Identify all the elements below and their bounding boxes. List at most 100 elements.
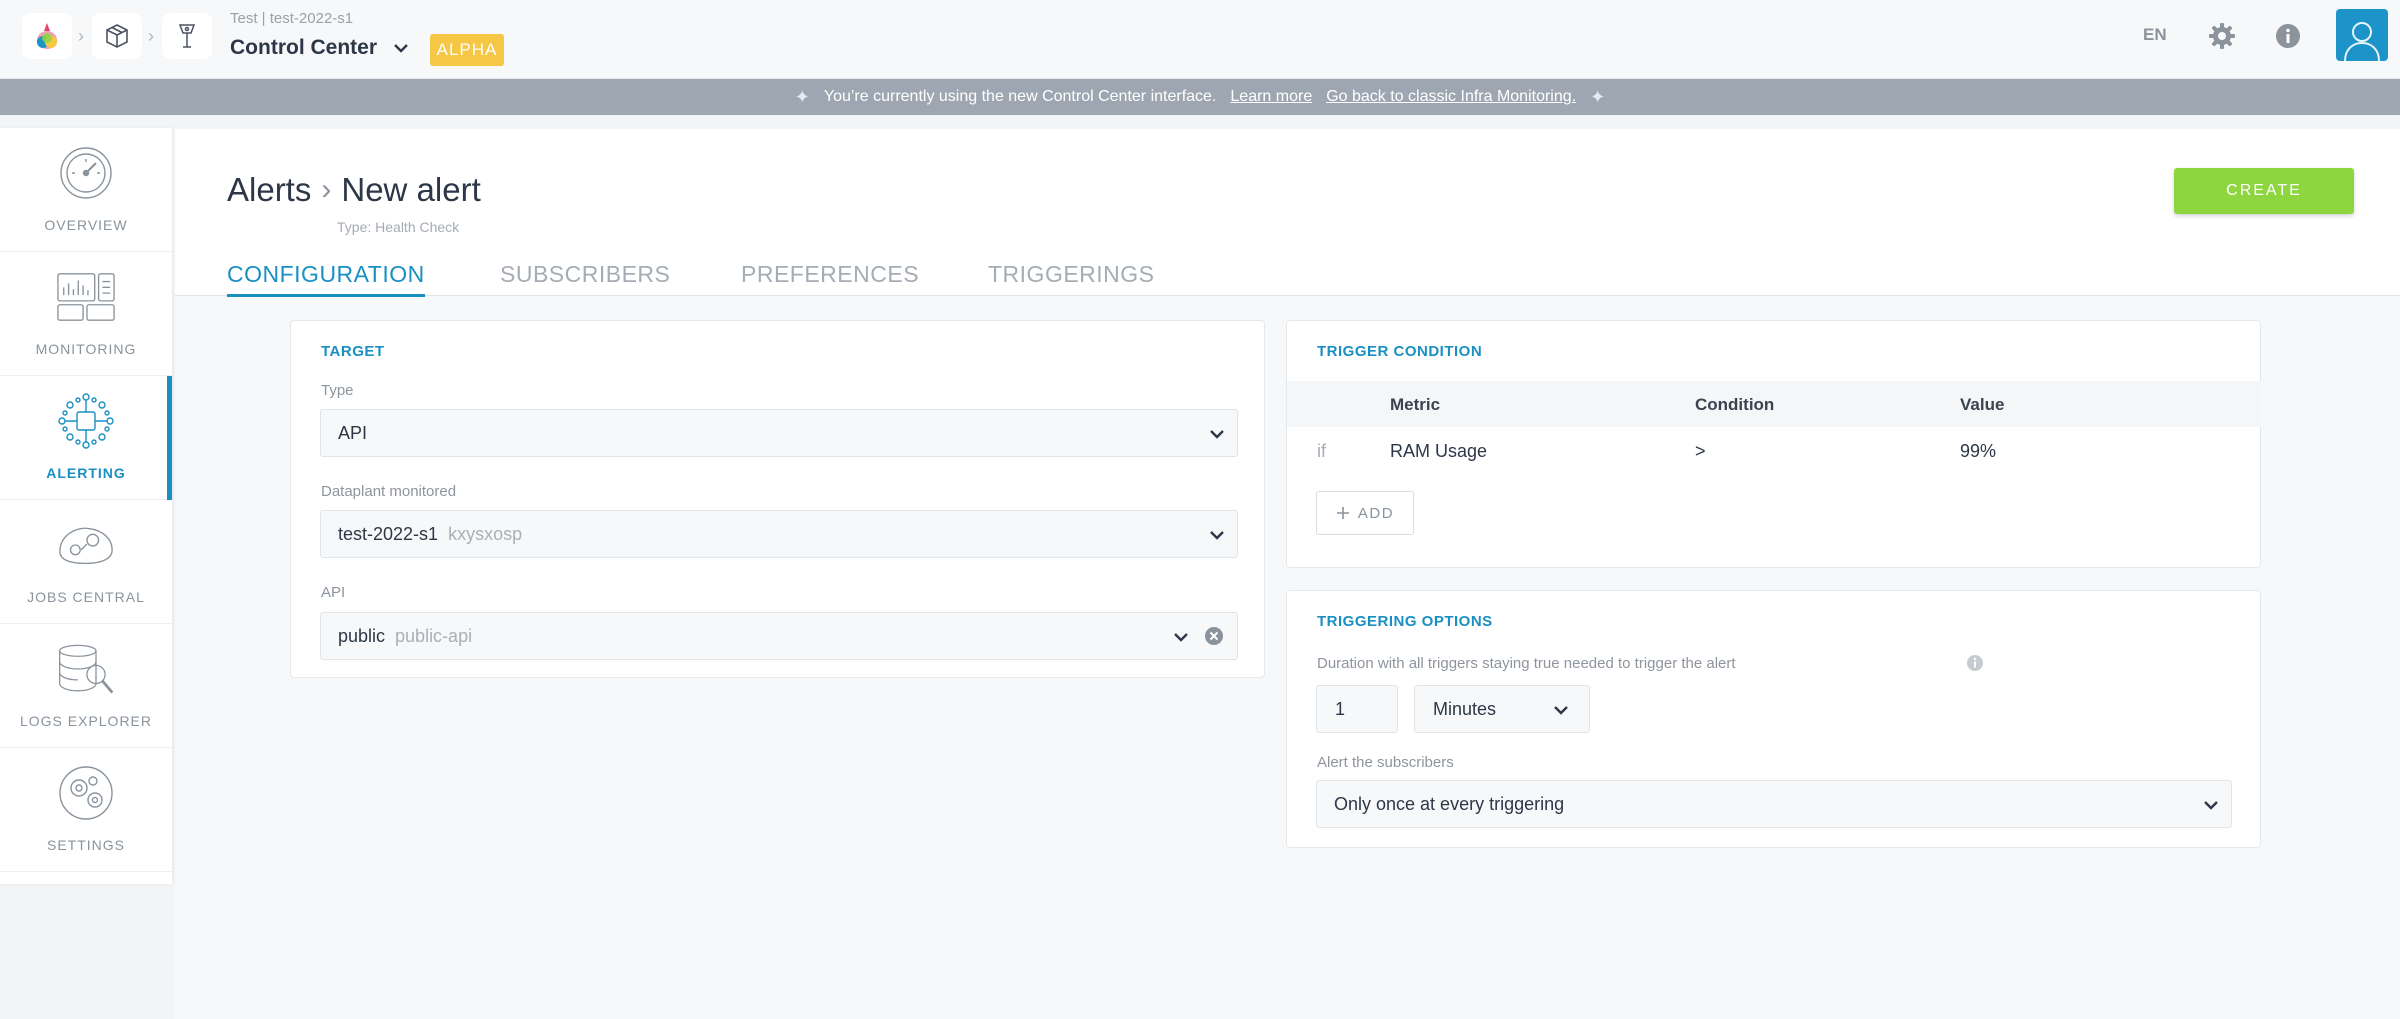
plus-icon: [1336, 507, 1349, 519]
sidebar-item-label: JOBS CENTRAL: [27, 589, 145, 605]
chevron-down-icon: [1210, 531, 1224, 540]
sidebar-item-overview[interactable]: OVERVIEW: [0, 128, 172, 252]
duration-label: Duration with all triggers staying true …: [1317, 655, 1736, 672]
project-title: Control Center: [230, 36, 377, 59]
tab-preferences[interactable]: PREFERENCES: [741, 261, 919, 294]
alerting-network-icon: [56, 391, 116, 451]
dataplant-value: test-2022-s1: [338, 523, 439, 544]
chevron-down-icon: [2204, 801, 2218, 810]
dataplant-id: kxysxosp: [448, 523, 523, 544]
duration-input[interactable]: 1: [1316, 685, 1398, 733]
sidebar-item-label: MONITORING: [35, 341, 137, 357]
type-label: Type: [321, 382, 354, 399]
logs-search-icon: [56, 639, 116, 699]
row-metric: RAM Usage: [1390, 441, 1488, 461]
chevron-down-icon: [394, 44, 408, 53]
app-logo-button[interactable]: [22, 13, 72, 59]
sidebar-item-label: OVERVIEW: [44, 217, 128, 233]
alert-type-subtitle: Type: Health Check: [337, 219, 460, 235]
project-path: Test | test-2022-s1: [230, 10, 354, 27]
triggering-options-card: TRIGGERING OPTIONS Duration with all tri…: [1286, 590, 2261, 848]
learn-more-link[interactable]: Learn more: [1230, 88, 1312, 106]
add-label: ADD: [1357, 504, 1395, 522]
classic-monitoring-link[interactable]: Go back to classic Infra Monitoring.: [1326, 88, 1576, 106]
gauge-icon: [56, 143, 116, 203]
row-condition: >: [1695, 441, 1706, 461]
column-value: Value: [1960, 395, 2005, 414]
target-card: TARGET Type API Dataplant monitored test…: [290, 320, 1265, 678]
table-row[interactable]: if RAM Usage > 99%: [1287, 427, 2261, 479]
info-button[interactable]: [2272, 20, 2304, 52]
sidebar: OVERVIEW MONITORING ALERTING JOBS CENTRA…: [0, 128, 172, 884]
breadcrumb-alerts[interactable]: Alerts: [227, 171, 311, 209]
alpha-badge: ALPHA: [430, 34, 504, 66]
page-header: Alerts › New alert Type: Health Check CR…: [175, 129, 2400, 297]
add-condition-button[interactable]: ADD: [1316, 491, 1414, 535]
user-icon: [2344, 22, 2380, 61]
duration-unit-select[interactable]: Minutes: [1414, 685, 1590, 733]
project-selector[interactable]: Control Center: [230, 36, 409, 60]
top-bar: › › Test | test-2022-s1 Control Center A…: [0, 0, 2400, 79]
trigger-condition-card: TRIGGER CONDITION Metric Condition Value…: [1286, 320, 2261, 568]
api-select[interactable]: public public-api: [320, 612, 1238, 660]
api-label: API: [321, 584, 346, 601]
sidebar-item-jobs-central[interactable]: JOBS CENTRAL: [0, 500, 172, 624]
control-center-button[interactable]: [162, 13, 212, 59]
settings-button[interactable]: [2206, 20, 2238, 52]
sidebar-item-label: LOGS EXPLORER: [19, 713, 153, 729]
main-panel: Alerts › New alert Type: Health Check CR…: [175, 129, 2400, 1019]
row-value: 99%: [1960, 441, 1997, 461]
condition-table-header: Metric Condition Value: [1287, 381, 2261, 427]
chevron-down-icon: [1174, 633, 1188, 642]
banner-text: You’re currently using the new Control C…: [823, 88, 1217, 105]
sidebar-item-monitoring[interactable]: MONITORING: [0, 252, 172, 376]
jobs-icon: [56, 515, 116, 575]
chevron-down-icon: [1554, 706, 1568, 715]
trigger-condition-title: TRIGGER CONDITION: [1317, 343, 1483, 360]
sparkle-icon: ✦: [1590, 86, 1606, 107]
sidebar-item-label: ALERTING: [46, 465, 126, 481]
dataplant-label: Dataplant monitored: [321, 483, 457, 500]
sidebar-item-logs-explorer[interactable]: LOGS EXPLORER: [0, 624, 172, 748]
page-title: Alerts › New alert: [227, 171, 481, 209]
subscribers-label: Alert the subscribers: [1317, 754, 1454, 771]
app-logo-icon: [37, 23, 57, 49]
gear-icon: [2209, 23, 2235, 49]
duration-unit-value: Minutes: [1433, 698, 1497, 719]
language-selector[interactable]: EN: [2143, 25, 2167, 45]
chevron-right-icon: ›: [148, 26, 154, 46]
column-metric: Metric: [1390, 395, 1441, 414]
dashboard-icon: [56, 267, 116, 327]
tab-subscribers[interactable]: SUBSCRIBERS: [500, 261, 670, 294]
sidebar-item-label: SETTINGS: [46, 837, 125, 853]
user-avatar[interactable]: [2336, 9, 2388, 61]
active-indicator: [167, 376, 172, 500]
triggering-options-title: TRIGGERING OPTIONS: [1317, 613, 1493, 630]
api-value: public: [338, 625, 386, 646]
type-value: API: [338, 422, 368, 443]
control-center-icon: [178, 24, 196, 48]
settings-gears-icon: [56, 763, 116, 823]
subscribers-frequency-select[interactable]: Only once at every triggering: [1316, 780, 2232, 828]
target-title: TARGET: [321, 343, 385, 360]
chevron-down-icon: [1210, 430, 1224, 439]
tab-configuration[interactable]: CONFIGURATION: [227, 261, 425, 297]
clear-icon[interactable]: [1203, 625, 1225, 647]
sidebar-item-alerting[interactable]: ALERTING: [0, 376, 172, 500]
project-button[interactable]: [92, 13, 142, 59]
dataplant-select[interactable]: test-2022-s1 kxysxosp: [320, 510, 1238, 558]
create-button[interactable]: CREATE: [2174, 168, 2354, 214]
breadcrumb-new-alert: New alert: [341, 171, 481, 208]
chevron-right-icon: ›: [321, 173, 332, 206]
chevron-right-icon: ›: [78, 26, 84, 46]
sidebar-item-settings[interactable]: SETTINGS: [0, 748, 172, 872]
interface-banner: ✦ You’re currently using the new Control…: [0, 79, 2400, 115]
type-select[interactable]: API: [320, 409, 1238, 457]
cube-icon: [106, 24, 128, 48]
info-icon[interactable]: [1966, 654, 1984, 672]
column-condition: Condition: [1695, 395, 1775, 414]
sparkle-icon: ✦: [794, 86, 810, 107]
row-prefix: if: [1317, 441, 1326, 461]
api-id: public-api: [395, 625, 473, 646]
tab-triggerings[interactable]: TRIGGERINGS: [988, 261, 1155, 294]
